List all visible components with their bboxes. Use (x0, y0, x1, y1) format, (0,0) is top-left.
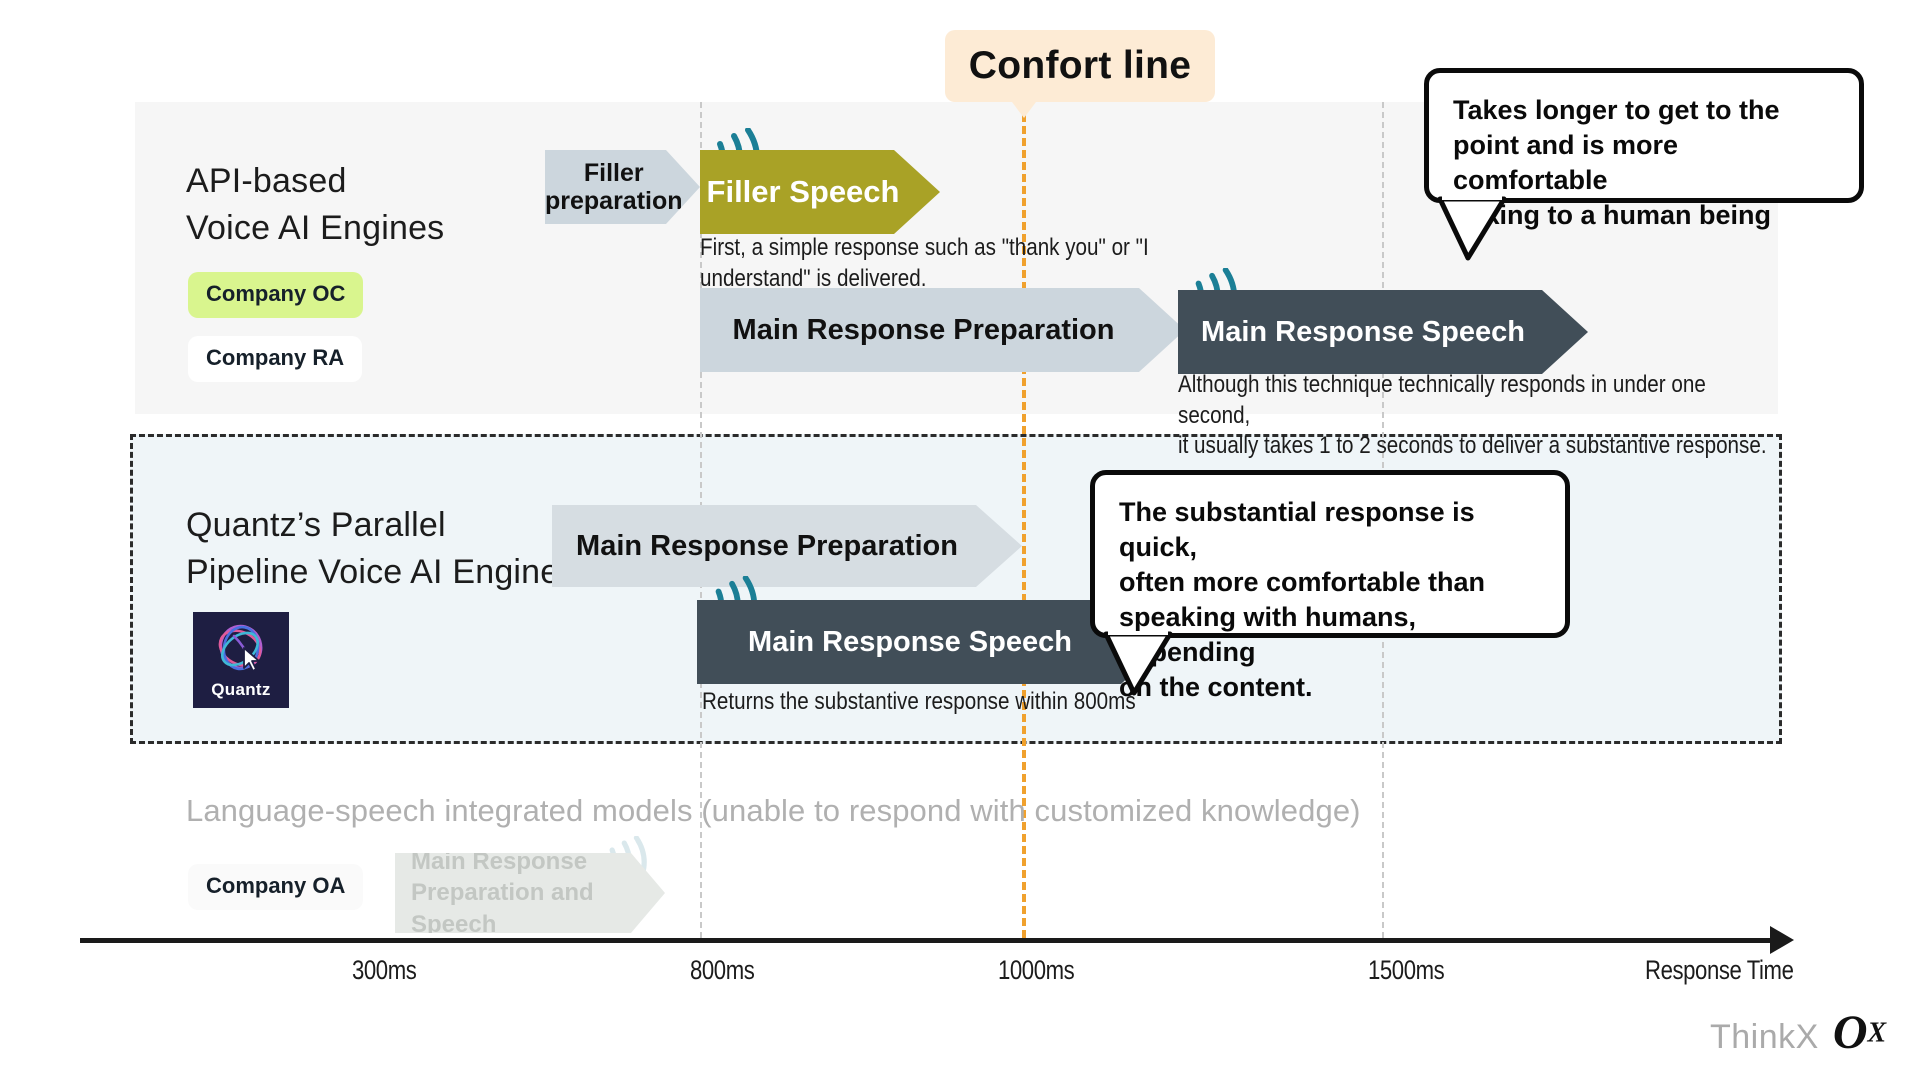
badge-company-oc: Company OC (188, 272, 364, 318)
bar-integrated-main-response: Main Response Preparation and Speech (395, 853, 665, 933)
bar-filler-speech: Filler Speech (700, 150, 940, 234)
quantz-logo-label: Quantz (211, 680, 271, 699)
row-title-api-based: API-based Voice AI Engines (186, 162, 445, 247)
callout-api-based-tail (1438, 196, 1507, 261)
badge-company-ra-label: Company RA (188, 336, 363, 382)
axis-tick-1000ms: 1000ms (998, 955, 1075, 985)
caption-filler-speech: First, a simple response such as "thank … (700, 234, 1149, 292)
diagram-canvas: Confort line API-based Voice AI Engines … (0, 0, 1920, 1080)
badge-company-oa: Company OA (188, 864, 364, 910)
footer-logo: ThinkX OX (1710, 1005, 1886, 1060)
comfort-line-label: Confort line (968, 44, 1192, 87)
quantz-logo-icon (218, 624, 263, 672)
bar-api-main-response-speech-label: Main Response Speech (1201, 315, 1525, 348)
badge-company-oc-label: Company OC (188, 272, 364, 318)
footer-brand-label: ThinkX (1710, 1018, 1819, 1056)
row-title-integrated: Language-speech integrated models (unabl… (186, 793, 1361, 828)
comfort-line-flag-tail (1012, 102, 1036, 118)
callout-api-based: Takes longer to get to the point and is … (1424, 68, 1864, 230)
footer-mark-o: O (1832, 1006, 1868, 1059)
callout-quantz-text: The substantial response is quick, often… (1119, 497, 1486, 703)
response-time-axis (80, 938, 1780, 943)
comfort-line-flag: Confort line (945, 30, 1215, 102)
bar-filler-speech-label: Filler Speech (706, 173, 900, 209)
bar-api-main-response-speech: Main Response Speech (1178, 290, 1588, 374)
quantz-logo-tile: Quantz (193, 612, 289, 708)
callout-quantz-tail (1104, 631, 1173, 696)
axis-tick-300ms: 300ms (352, 955, 417, 985)
bar-integrated-main-response-label: Main Response Preparation and Speech (411, 848, 594, 938)
callout-api-based-text: Takes longer to get to the point and is … (1453, 95, 1780, 231)
badge-company-oa-label: Company OA (188, 864, 364, 910)
bar-api-main-response-preparation: Main Response Preparation (700, 288, 1185, 372)
axis-tick-800ms: 800ms (690, 955, 755, 985)
bar-api-main-response-preparation-label: Main Response Preparation (732, 313, 1115, 346)
bar-quantz-main-response-preparation-label: Main Response Preparation (576, 529, 958, 562)
bar-quantz-main-response-preparation: Main Response Preparation (552, 505, 1022, 587)
response-time-axis-arrowhead (1770, 926, 1794, 954)
axis-tick-1500ms: 1500ms (1368, 955, 1445, 985)
axis-label-response-time: Response Time (1645, 955, 1794, 985)
caption-api-main-response: Although this technique technically resp… (1178, 371, 1767, 460)
badge-company-ra: Company RA (188, 336, 363, 382)
footer-mark-x: X (1867, 1017, 1887, 1049)
callout-quantz: The substantial response is quick, often… (1090, 470, 1570, 702)
